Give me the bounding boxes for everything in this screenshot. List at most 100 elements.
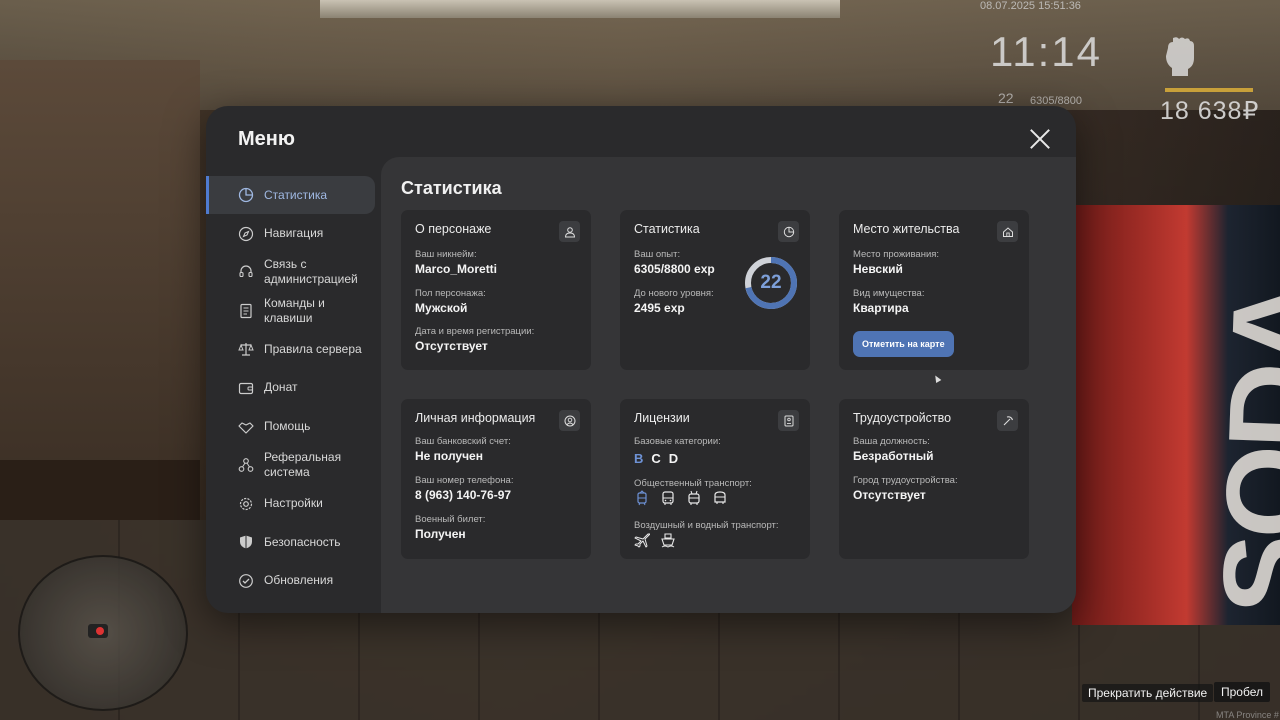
sidebar-item-security[interactable]: Безопасность (206, 523, 378, 561)
sidebar-item-donate[interactable]: Донат (206, 369, 378, 407)
menu-window: Меню Статистика Навигация Связь с админи… (206, 106, 1076, 613)
nickname-label: Ваш никнейм: (415, 249, 477, 260)
phone-value: 8 (963) 140-76-97 (415, 488, 512, 502)
sidebar-item-label: Настройки (264, 496, 323, 511)
gender-label: Пол персонажа: (415, 288, 486, 299)
content-panel: Статистика О персонаже Ваш никнейм: Marc… (381, 157, 1076, 613)
sidebar-item-label: Реферальная система (264, 450, 342, 480)
network-icon (238, 457, 254, 473)
cancel-action-hint: Прекратить действие (1082, 684, 1214, 702)
registration-value: Отсутствует (415, 339, 488, 353)
scales-icon (238, 341, 254, 357)
exp-value: 6305/8800 exp (634, 262, 715, 276)
residence-label: Место проживания: (853, 249, 940, 260)
registration-label: Дата и время регистрации: (415, 326, 535, 337)
sidebar-item-referral[interactable]: Реферальная система (206, 446, 342, 484)
card-residence: Место жительства Место проживания: Невск… (839, 210, 1029, 370)
sidebar-item-label: Статистика (264, 187, 328, 202)
work-city-value: Отсутствует (853, 488, 926, 502)
card-employment: Трудоустройство Ваша должность: Безработ… (839, 399, 1029, 559)
residence-value: Невский (853, 262, 903, 276)
trolleybus-icon (686, 490, 702, 506)
pickaxe-icon (997, 410, 1018, 431)
id-card-icon (778, 410, 799, 431)
license-category: D (668, 451, 679, 466)
hud-level: 22 (998, 90, 1014, 106)
ceiling-lamp (320, 0, 840, 18)
hud-money: 18 638₽ (1160, 97, 1260, 125)
level-value: 22 (760, 272, 782, 293)
pie-chart-icon (778, 221, 799, 242)
hud-time: 11:14 (990, 28, 1102, 75)
wallet-icon (238, 380, 254, 396)
card-title: Лицензии (634, 411, 690, 425)
next-level-label: До нового уровня: (634, 288, 714, 299)
sidebar-item-label: Безопасность (264, 534, 341, 549)
hud-bar (1165, 88, 1253, 92)
headset-icon (238, 264, 254, 280)
handshake-icon (238, 419, 254, 435)
sidebar-item-rules[interactable]: Правила сервера (206, 330, 378, 368)
card-personal: Личная информация Ваш банковский счет: Н… (401, 399, 591, 559)
sidebar-item-label: Правила сервера (264, 341, 362, 356)
license-category: B (634, 451, 644, 466)
bank-account-label: Ваш банковский счет: (415, 436, 511, 447)
home-icon (997, 221, 1018, 242)
next-level-value: 2495 exp (634, 301, 685, 315)
fist-icon (1160, 34, 1200, 76)
compass-icon (238, 226, 254, 242)
mark-on-map-button[interactable]: Отметить на карте (853, 331, 954, 357)
card-title: Трудоустройство (853, 411, 952, 425)
sidebar-item-label: Обновления (264, 573, 334, 588)
tram-icon (634, 490, 650, 506)
sidebar-item-statistics[interactable]: Статистика (206, 176, 375, 214)
bus-icon (660, 490, 676, 506)
phone-label: Ваш номер телефона: (415, 475, 514, 486)
hud-datetime: 08.07.2025 15:51:36 (980, 0, 1081, 12)
sidebar-item-commands[interactable]: Команды и клавиши (206, 292, 338, 330)
gender-value: Мужской (415, 301, 468, 315)
sidebar-item-label: Связь с администрацией (264, 257, 358, 287)
shield-icon (238, 534, 254, 550)
close-icon[interactable] (1029, 128, 1051, 150)
property-type-label: Вид имущества: (853, 288, 925, 299)
base-categories-label: Базовые категории: (634, 436, 721, 447)
user-icon (559, 221, 580, 242)
gear-icon (238, 496, 254, 512)
card-title: Статистика (634, 222, 700, 236)
plane-icon (634, 532, 650, 548)
sidebar-item-admin-contact[interactable]: Связь с администрацией (206, 253, 358, 291)
card-title: О персонаже (415, 222, 492, 236)
user-circle-icon (559, 410, 580, 431)
pie-chart-icon (238, 187, 254, 203)
sidebar-item-label: Навигация (264, 226, 324, 241)
key-hint: Пробел (1214, 682, 1270, 702)
update-icon (238, 573, 254, 589)
bank-account-value: Не получен (415, 449, 483, 463)
work-city-label: Город трудоустройства: (853, 475, 958, 486)
card-statistics: Статистика Ваш опыт: 6305/8800 exp До но… (620, 210, 810, 370)
position-label: Ваша должность: (853, 436, 930, 447)
exp-label: Ваш опыт: (634, 249, 681, 260)
sidebar-item-settings[interactable]: Настройки (206, 485, 378, 523)
sidebar-item-navigation[interactable]: Навигация (206, 215, 378, 253)
position-value: Безработный (853, 449, 934, 463)
wall (0, 60, 200, 520)
sidebar: Статистика Навигация Связь с администрац… (206, 176, 378, 601)
public-transport-label: Общественный транспорт: (634, 478, 752, 489)
card-title: Личная информация (415, 411, 536, 425)
watermark: MTA Province # (1216, 710, 1279, 720)
air-water-transport-icons (634, 532, 676, 548)
air-water-transport-label: Воздушный и водный транспорт: (634, 520, 779, 531)
menu-title: Меню (238, 128, 295, 150)
property-type-value: Квартира (853, 301, 909, 315)
radio-icon (88, 624, 108, 638)
sidebar-item-label: Команды и клавиши (264, 295, 325, 325)
card-character: О персонаже Ваш никнейм: Marco_Moretti П… (401, 210, 591, 370)
nickname-value: Marco_Moretti (415, 262, 498, 276)
page-title: Статистика (401, 178, 502, 198)
sidebar-item-help[interactable]: Помощь (206, 408, 378, 446)
sidebar-item-updates[interactable]: Обновления (206, 562, 378, 600)
card-title: Место жительства (853, 222, 960, 236)
sidebar-item-label: Донат (264, 380, 298, 395)
